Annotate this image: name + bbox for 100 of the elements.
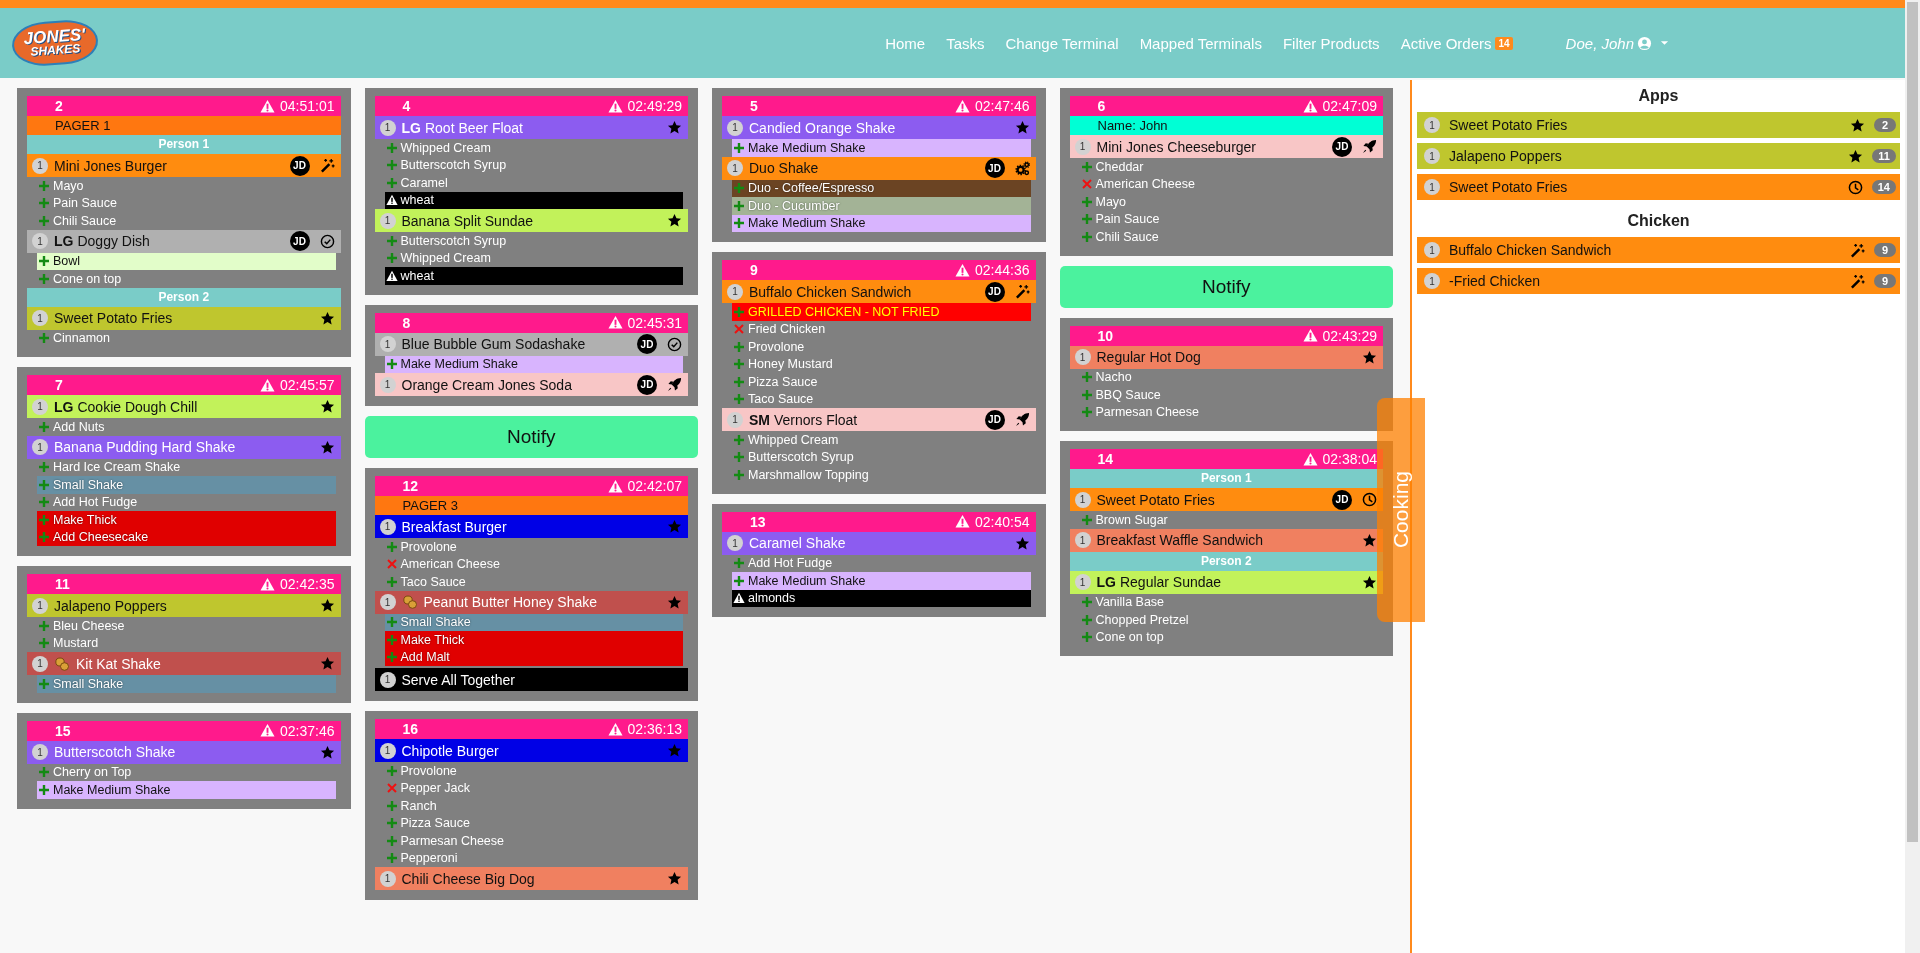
order-number-badge: 14: [1871, 180, 1896, 194]
item-row[interactable]: 1 Buffalo Chicken Sandwich JD: [722, 280, 1036, 303]
item-row[interactable]: 1 Jalapeno Poppers: [27, 594, 341, 617]
scrollbar[interactable]: [1905, 0, 1920, 953]
modifier-text: Make Medium Shake: [53, 782, 171, 797]
modifier-text: Make Medium Shake: [748, 140, 866, 155]
item-row[interactable]: 1 Peanut Butter Honey Shake: [374, 590, 688, 614]
plus-icon: [385, 141, 398, 154]
order-card[interactable]: 5 02:47:46 1 Candied Orange Shake Make Medium Shake 1 Duo Shake JD Duo - Coffee/Espresso Duo - Cucumber Make Medium Shake: [712, 88, 1046, 242]
item-name: SM Vernors Float: [749, 411, 859, 428]
modifier-text: Parmesan Cheese: [1095, 405, 1200, 420]
item-row[interactable]: 1 Sweet Potato Fries: [27, 306, 341, 330]
item-row[interactable]: 1 Regular Hot Dog: [1069, 345, 1383, 369]
summary-item[interactable]: 1 -Fried Chicken 9: [1417, 268, 1900, 294]
item-row[interactable]: 1 Blue Bubble Gum Sodashake JD: [374, 332, 688, 356]
item-row[interactable]: 1 SM Vernors Float JD: [722, 408, 1036, 431]
plus-icon: [1080, 213, 1093, 226]
initials-badge: JD: [984, 281, 1005, 302]
order-number: 11: [55, 576, 70, 592]
modifier-text: Chopped Pretzel: [1095, 612, 1189, 627]
quantity-badge: 1: [727, 119, 743, 136]
item-row[interactable]: 1 Mini Jones Burger JD: [27, 154, 341, 177]
item-name: Caramel Shake: [749, 535, 847, 551]
plus-icon: [38, 179, 50, 192]
plus-icon: [38, 255, 50, 268]
order-card[interactable]: 8 02:45:31 1 Blue Bubble Gum Sodashake JD Make Medium Shake 1 Orange Cream Jones Soda JD: [364, 304, 698, 406]
modifier-text: Whipped Cream: [400, 140, 491, 155]
item-row[interactable]: 1 LG Root Beer Float: [374, 116, 688, 139]
quantity-badge: 1: [379, 742, 396, 759]
modifier-text: Make Medium Shake: [748, 573, 866, 588]
order-card[interactable]: 11 02:42:35 1 Jalapeno Poppers Bleu Cheese Mustard 1 Kit Kat Shake Small Shake: [17, 566, 351, 703]
notify-button[interactable]: Notify: [1059, 265, 1393, 308]
plus-icon: [385, 834, 398, 847]
quantity-badge: 1: [1424, 117, 1440, 133]
summary-item[interactable]: 1 Sweet Potato Fries 2: [1417, 112, 1900, 138]
order-card[interactable]: 16 02:36:13 1 Chipotle Burger Provolone Pepper Jack Ranch Pizza Sauce Parmesan Cheese Pepperoni 1 Chili Cheese Big Dog: [364, 711, 698, 900]
order-card[interactable]: 7 02:45:57 1 LG Cookie Dough Chill Add Nuts 1 Banana Pudding Hard Shake Hard Ice Cream Shake Small Shake Add Hot Fudge Make Thick Add Cheesecake: [17, 367, 351, 556]
person-label: Person 1: [27, 135, 341, 154]
item-row[interactable]: 1 Chili Cheese Big Dog: [374, 867, 688, 890]
order-number: 5: [750, 98, 758, 114]
elapsed-time: 04:51:01: [280, 98, 335, 114]
item-row[interactable]: 1 Mini Jones Cheeseburger JD: [1069, 135, 1383, 158]
order-number: 15: [55, 722, 71, 739]
modifier-text: Mayo: [53, 178, 84, 193]
modifier-text: Brown Sugar: [1095, 512, 1168, 527]
warning-icon: [955, 262, 970, 278]
warning-icon: [385, 194, 398, 207]
modifier-text: Small Shake: [400, 615, 471, 630]
item-row[interactable]: 1 Banana Split Sundae: [374, 209, 688, 232]
summary-item[interactable]: 1 Buffalo Chicken Sandwich 9: [1417, 237, 1900, 263]
order-card[interactable]: 2 04:51:01 PAGER 1 Person 1 1 Mini Jones Burger JD Mayo Pain Sauce Chili Sauce 1 LG Doggy Dish JD Bowl Cone on top Person 2 1 Sweet Potato Fries Cinnamon: [17, 88, 351, 357]
scrollbar-thumb[interactable]: [1907, 2, 1918, 842]
notify-button[interactable]: Notify: [364, 416, 698, 458]
order-card[interactable]: 12 02:42:07 PAGER 3 1 Breakfast Burger Provolone American Cheese Taco Sauce 1 Peanut Butter Honey Shake Small Shake Make Thick Add Malt 1 Serve All Together: [364, 468, 698, 701]
item-row[interactable]: 1 Banana Pudding Hard Shake: [27, 435, 341, 459]
initials-badge: JD: [1332, 489, 1352, 510]
item-row[interactable]: 1 Butterscotch Shake: [27, 740, 341, 764]
order-card[interactable]: 10 02:43:29 1 Regular Hot Dog Nacho BBQ Sauce Parmesan Cheese: [1059, 317, 1393, 431]
quantity-badge: 1: [727, 283, 743, 300]
plus-icon: [385, 764, 398, 777]
order-card[interactable]: 4 02:49:29 1 LG Root Beer Float Whipped Cream Butterscotch Syrup Caramel wheat 1 Banana Split Sundae Butterscotch Syrup Whipped Cream wheat: [364, 88, 698, 295]
item-row[interactable]: 1 Chipotle Burger: [374, 739, 688, 762]
modifier-text: Butterscotch Syrup: [748, 450, 854, 465]
plus-icon: [385, 252, 398, 265]
plus-icon: [733, 451, 745, 464]
warning-icon: [1302, 451, 1318, 467]
order-card[interactable]: 15 02:37:46 1 Butterscotch Shake Cherry on Top Make Medium Shake: [17, 712, 351, 809]
item-row[interactable]: 1 Breakfast Burger: [374, 515, 688, 538]
plus-icon: [38, 478, 50, 491]
serve-text: Serve All Together: [401, 671, 516, 688]
item-name: Jalapeno Poppers: [1449, 148, 1563, 164]
item-row[interactable]: 1 LG Doggy Dish JD: [27, 229, 341, 253]
quantity-badge: 1: [1074, 574, 1091, 590]
item-name: Breakfast Burger: [401, 518, 508, 535]
section-title: Apps: [1637, 86, 1680, 106]
plus-icon: [733, 358, 745, 371]
item-row[interactable]: 1 Candied Orange Shake: [722, 116, 1036, 139]
initials-badge: JD: [984, 158, 1005, 178]
modifier-text: Cherry on Top: [53, 765, 132, 780]
item-row[interactable]: 1 Duo Shake JD: [722, 156, 1036, 180]
item-row[interactable]: 1 Orange Cream Jones Soda JD: [374, 373, 688, 396]
item-row[interactable]: 1 Caramel Shake: [722, 531, 1036, 555]
quantity-badge: 1: [1424, 148, 1440, 164]
item-row[interactable]: 1 LG Cookie Dough Chill: [27, 395, 341, 418]
summary-item[interactable]: 1 Sweet Potato Fries 14: [1417, 174, 1900, 200]
plus-icon: [38, 637, 50, 650]
elapsed-time: 02:36:13: [627, 721, 682, 737]
item-name: Banana Pudding Hard Shake: [54, 439, 237, 455]
order-card[interactable]: 13 02:40:54 1 Caramel Shake Add Hot Fudge Make Medium Shake almonds: [712, 503, 1046, 617]
order-card[interactable]: [712, 252, 1046, 494]
modifier-text: Add Hot Fudge: [748, 556, 833, 571]
item-name: Sweet Potato Fries: [1449, 179, 1569, 195]
elapsed-time: 02:45:57: [280, 377, 335, 393]
order-card[interactable]: 14 02:38:04 Person 1 1 Sweet Potato Fries JD Brown Sugar 1 Breakfast Waffle Sandwich Person 2 1 LG Regular Sundae Vanilla Base Chopped Pretzel Cone on top: [1059, 441, 1393, 656]
summary-item[interactable]: 1 Jalapeno Poppers 11: [1417, 143, 1900, 169]
plus-icon: [1080, 406, 1093, 419]
order-card[interactable]: 6 02:47:09 Name: John 1 Mini Jones Cheeseburger JD Cheddar American Cheese Mayo Pain Sauce Chili Sauce: [1059, 88, 1393, 256]
user-icon: [1637, 35, 1652, 51]
item-row[interactable]: 1 Kit Kat Shake: [27, 652, 341, 675]
modifier-text: Parmesan Cheese: [400, 833, 505, 848]
